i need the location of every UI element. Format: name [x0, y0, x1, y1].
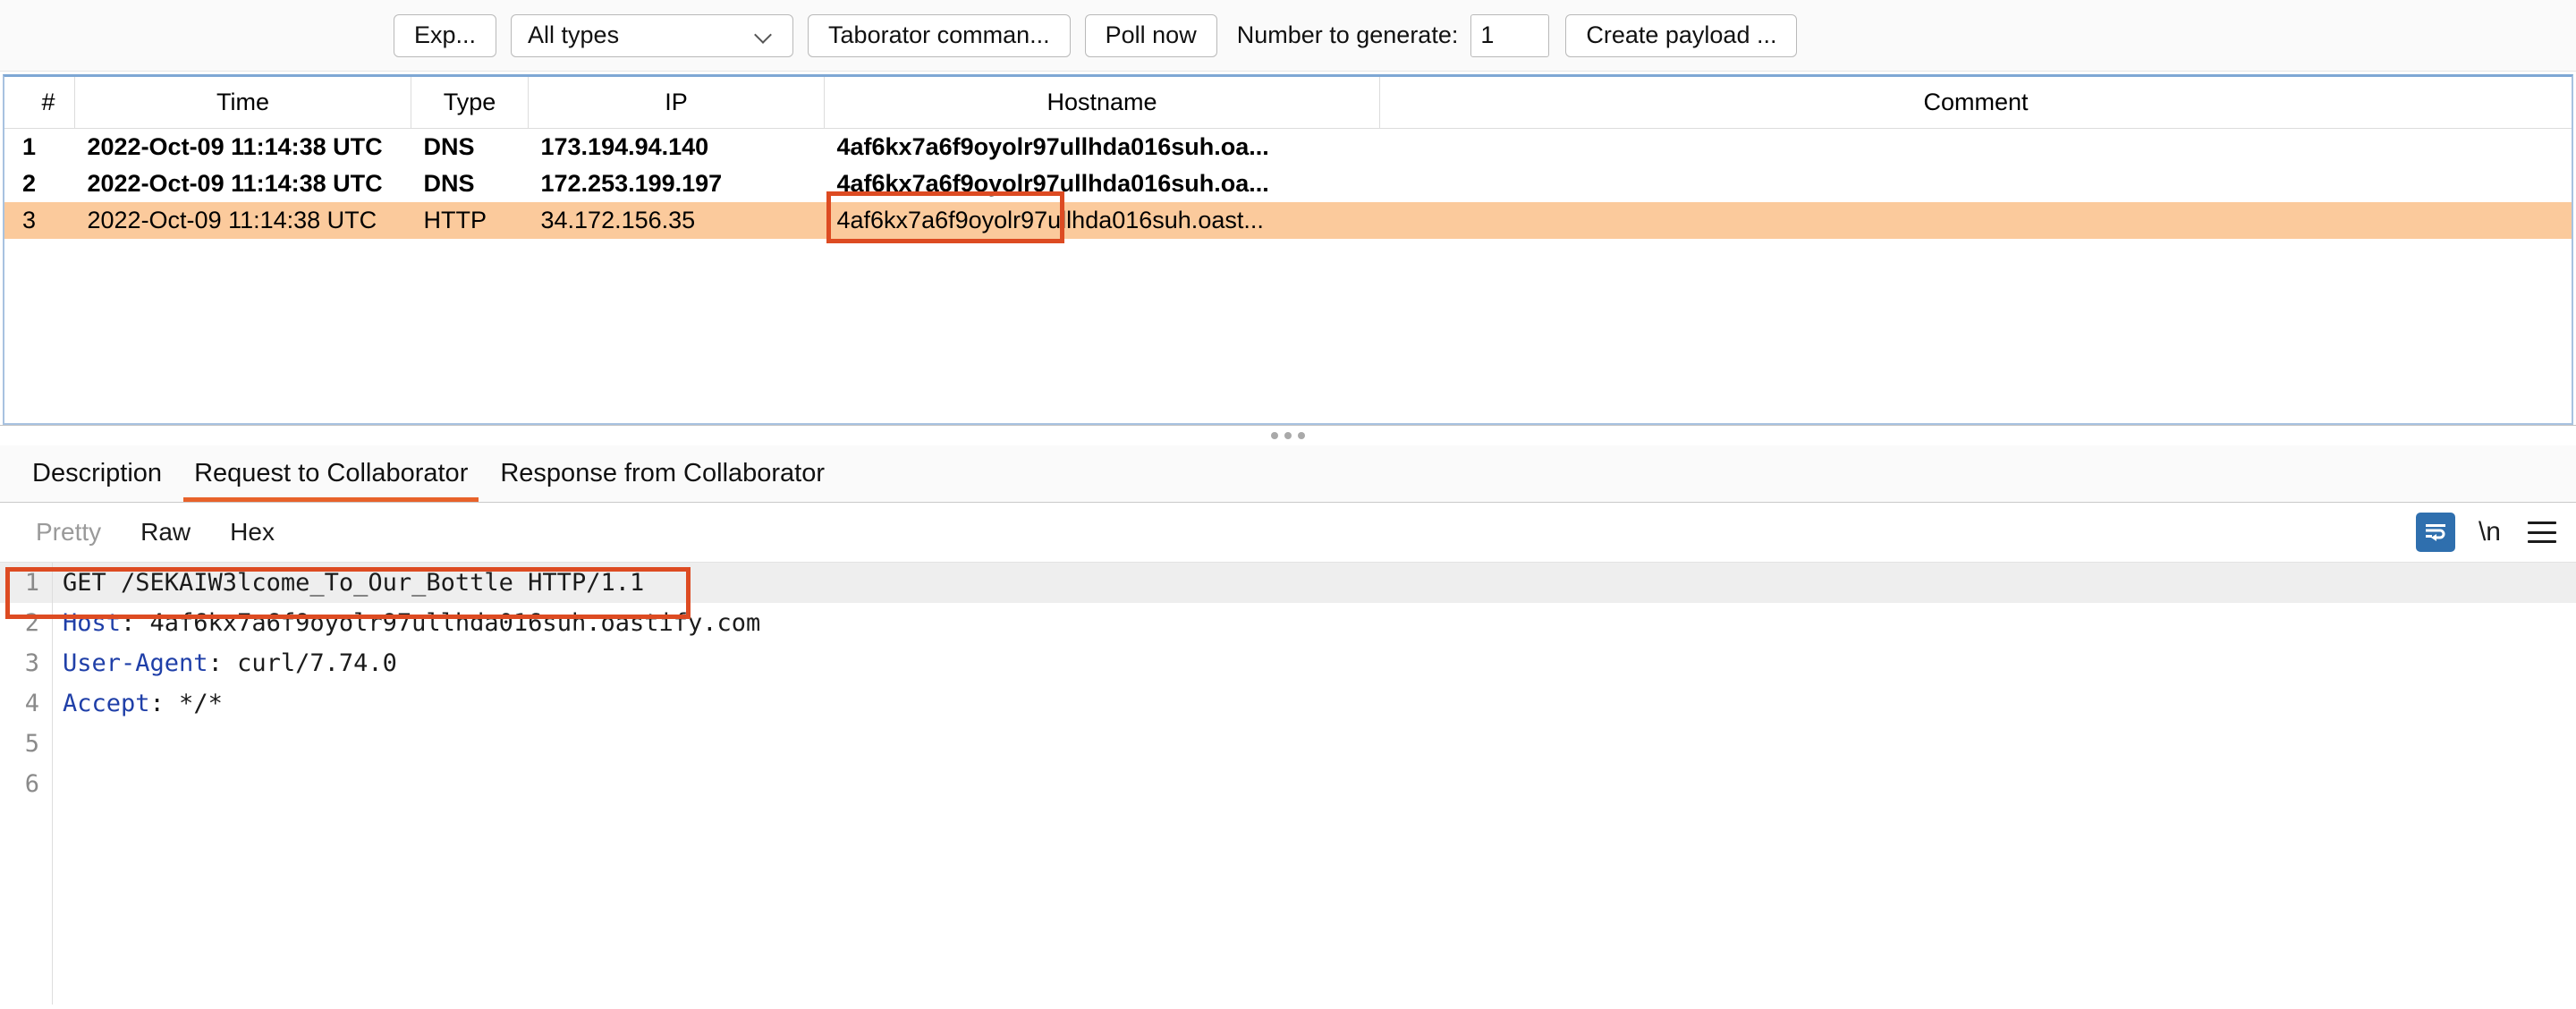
code-line: 1 GET /SEKAIW3lcome_To_Our_Bottle HTTP/1.… — [0, 563, 2576, 603]
row-cell-comment — [1380, 165, 2572, 202]
detail-tab-bar: Description Request to Collaborator Respon… — [0, 445, 2576, 503]
header-key: Host — [63, 609, 122, 637]
view-mode-pretty[interactable]: Pretty — [16, 518, 121, 547]
row-cell-comment — [1380, 129, 2572, 166]
column-header-num[interactable]: # — [4, 77, 75, 129]
collaborator-events-panel: # Time Type IP Hostname Comment 1 2022-Oc… — [3, 74, 2573, 425]
row-cell-time: 2022-Oct-09 11:14:38 UTC — [87, 133, 383, 160]
poll-now-button[interactable]: Poll now — [1084, 13, 1217, 57]
view-mode-raw[interactable]: Raw — [121, 518, 210, 547]
row-cell-ip: 172.253.199.197 — [540, 170, 723, 197]
collaborator-toolbar: Exp... All types Taborator comman... Pol… — [0, 0, 2576, 72]
tab-request-to-collaborator[interactable]: Request to Collaborator — [178, 445, 484, 502]
gutter-divider — [52, 563, 53, 1005]
splitter-grip-icon — [1271, 432, 1305, 439]
table-row[interactable]: 1 2022-Oct-09 11:14:38 UTC DNS 173.194.94.1… — [4, 129, 2572, 166]
code-line-text: Accept: */* — [52, 690, 223, 717]
newline-icon[interactable]: \n — [2479, 517, 2501, 547]
column-header-ip[interactable]: IP — [528, 77, 825, 129]
row-cell-ip: 173.194.94.140 — [540, 133, 709, 160]
line-number: 4 — [24, 690, 39, 717]
number-to-generate-input[interactable] — [1470, 13, 1550, 57]
request-code-body: 1 GET /SEKAIW3lcome_To_Our_Bottle HTTP/1.… — [0, 563, 2576, 804]
events-table-header: # Time Type IP Hostname Comment — [4, 77, 2572, 129]
code-line: 5 — [0, 724, 2576, 764]
row-cell-hostname: 4af6kx7a6f9oyolr97ullhda016suh.oast... — [824, 202, 1380, 239]
line-number: 6 — [24, 770, 39, 798]
row-cell-time: 2022-Oct-09 11:14:38 UTC — [74, 202, 411, 239]
row-cell-num: 1 — [22, 133, 37, 160]
row-cell-hostname: 4af6kx7a6f9oyolr97ullhda016suh.oa... — [836, 170, 1269, 197]
type-filter-value: All types — [528, 21, 620, 48]
tab-response-from-collaborator[interactable]: Response from Collaborator — [484, 445, 841, 502]
line-number: 5 — [24, 730, 39, 758]
chevron-down-icon — [755, 27, 773, 45]
taborator-command-button[interactable]: Taborator comman... — [808, 13, 1071, 57]
request-message-editor[interactable]: 1 GET /SEKAIW3lcome_To_Our_Bottle HTTP/1.… — [0, 562, 2576, 1005]
code-line: 4 Accept: */* — [0, 683, 2576, 724]
row-cell-type: DNS — [423, 133, 475, 160]
message-view-toolbar: Pretty Raw Hex \n — [0, 503, 2576, 562]
row-cell-ip: 34.172.156.35 — [528, 202, 825, 239]
code-line-text: GET /SEKAIW3lcome_To_Our_Bottle HTTP/1.1 — [63, 569, 645, 597]
export-button[interactable]: Exp... — [394, 13, 497, 57]
create-payload-button[interactable]: Create payload ... — [1565, 13, 1798, 57]
code-line: 6 — [0, 764, 2576, 804]
events-table: # Time Type IP Hostname Comment 1 2022-Oc… — [4, 77, 2572, 239]
table-row[interactable]: 2 2022-Oct-09 11:14:38 UTC DNS 172.253.199.… — [4, 165, 2572, 202]
type-filter-select[interactable]: All types — [511, 13, 794, 57]
row-cell-hostname: 4af6kx7a6f9oyolr97ullhda016suh.oa... — [836, 133, 1269, 160]
table-row[interactable]: 3 2022-Oct-09 11:14:38 UTC HTTP 34.172.156.… — [4, 202, 2572, 239]
number-to-generate-label: Number to generate: — [1236, 21, 1459, 48]
column-header-time[interactable]: Time — [74, 77, 411, 129]
line-number: 3 — [24, 649, 39, 677]
column-header-hostname[interactable]: Hostname — [824, 77, 1380, 129]
line-number: 2 — [24, 609, 39, 637]
row-cell-type: HTTP — [411, 202, 529, 239]
view-mode-hex[interactable]: Hex — [210, 518, 294, 547]
line-number: 1 — [24, 569, 39, 597]
column-header-type[interactable]: Type — [411, 77, 529, 129]
row-cell-comment — [1379, 202, 2572, 239]
panel-splitter[interactable] — [0, 425, 2576, 445]
row-cell-time: 2022-Oct-09 11:14:38 UTC — [87, 170, 383, 197]
header-value: : */* — [149, 690, 223, 717]
row-cell-num: 2 — [22, 170, 37, 197]
code-line: 2 Host: 4af6kx7a6f9oyolr97ullhda016suh.oa… — [0, 603, 2576, 643]
tab-description[interactable]: Description — [16, 445, 178, 502]
row-cell-type: DNS — [423, 170, 475, 197]
header-key: Accept — [63, 690, 150, 717]
word-wrap-icon[interactable] — [2415, 513, 2455, 552]
events-table-body: 1 2022-Oct-09 11:14:38 UTC DNS 173.194.94.1… — [4, 129, 2572, 239]
header-value: : 4af6kx7a6f9oyolr97ullhda016suh.oastify… — [121, 609, 761, 637]
header-value: : curl/7.74.0 — [208, 649, 397, 677]
code-line: 3 User-Agent: curl/7.74.0 — [0, 643, 2576, 683]
row-cell-num: 3 — [4, 202, 75, 239]
column-header-comment[interactable]: Comment — [1379, 77, 2572, 129]
code-line-text: User-Agent: curl/7.74.0 — [52, 649, 397, 677]
header-key: User-Agent — [63, 649, 208, 677]
code-line-text: Host: 4af6kx7a6f9oyolr97ullhda016suh.oas… — [52, 609, 760, 637]
hamburger-menu-icon[interactable] — [2528, 521, 2556, 543]
